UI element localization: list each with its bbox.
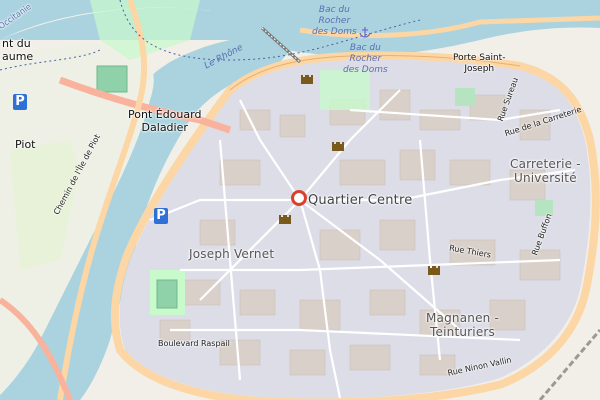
label-pont-line1: Pont Édouard: [128, 108, 202, 121]
park-ramparts: [320, 70, 370, 110]
parking-icon[interactable]: P: [13, 94, 27, 110]
label-joseph-vernet[interactable]: Joseph Vernet: [189, 247, 274, 261]
label-bac1-line3: des Doms: [312, 27, 357, 37]
label-pont-daladier[interactable]: Pont Édouard Daladier: [128, 108, 201, 134]
label-bac1-line1: Bac du: [318, 5, 350, 15]
label-magnanen-line1: Magnanen -: [426, 311, 500, 325]
parking-icon[interactable]: P: [154, 208, 168, 224]
label-bac2-line3: des Doms: [343, 65, 388, 75]
sports-field: [96, 65, 128, 93]
label-porte-line1: Porte Saint-: [453, 53, 506, 63]
label-piot[interactable]: Piot: [15, 138, 36, 151]
anchor-icon: [359, 27, 371, 38]
location-pin-icon[interactable]: [291, 190, 307, 206]
label-carreterie[interactable]: Carreterie - Université: [510, 157, 581, 185]
map-view[interactable]: P P Quartier Centre Joseph Vernet Magnan…: [0, 0, 600, 400]
label-magnanen-line2: Teinturiers: [430, 325, 495, 339]
label-bac1-line2: Rocher: [318, 16, 351, 26]
label-pont-du[interactable]: nt du aume: [2, 37, 33, 63]
label-bac-rocher-1[interactable]: Bac du Rocher des Doms: [312, 5, 357, 38]
label-magnanen[interactable]: Magnanen - Teinturiers: [426, 311, 499, 339]
label-boulevard-raspail[interactable]: Boulevard Raspail: [158, 339, 230, 348]
green-lot: [455, 88, 475, 106]
label-bac-rocher-2[interactable]: Bac du Rocher des Doms: [343, 43, 388, 76]
label-pontdu-line1: nt du: [2, 37, 31, 50]
label-porte-saint-joseph[interactable]: Porte Saint- Joseph: [453, 53, 505, 75]
label-bac2-line2: Rocher: [349, 54, 382, 64]
label-pont-line2: Daladier: [141, 121, 188, 134]
label-porte-line2: Joseph: [464, 64, 495, 74]
label-carreterie-line1: Carreterie -: [510, 157, 581, 171]
label-pontdu-line2: aume: [2, 50, 34, 63]
castle-icon[interactable]: [427, 263, 441, 275]
castle-icon[interactable]: [278, 212, 292, 224]
castle-icon[interactable]: [331, 139, 345, 151]
castle-icon[interactable]: [300, 72, 314, 84]
label-bac2-line1: Bac du: [349, 43, 381, 53]
label-quartier-centre[interactable]: Quartier Centre: [308, 193, 412, 208]
label-carreterie-line2: Université: [513, 171, 577, 185]
sports-field-2: [156, 279, 178, 309]
